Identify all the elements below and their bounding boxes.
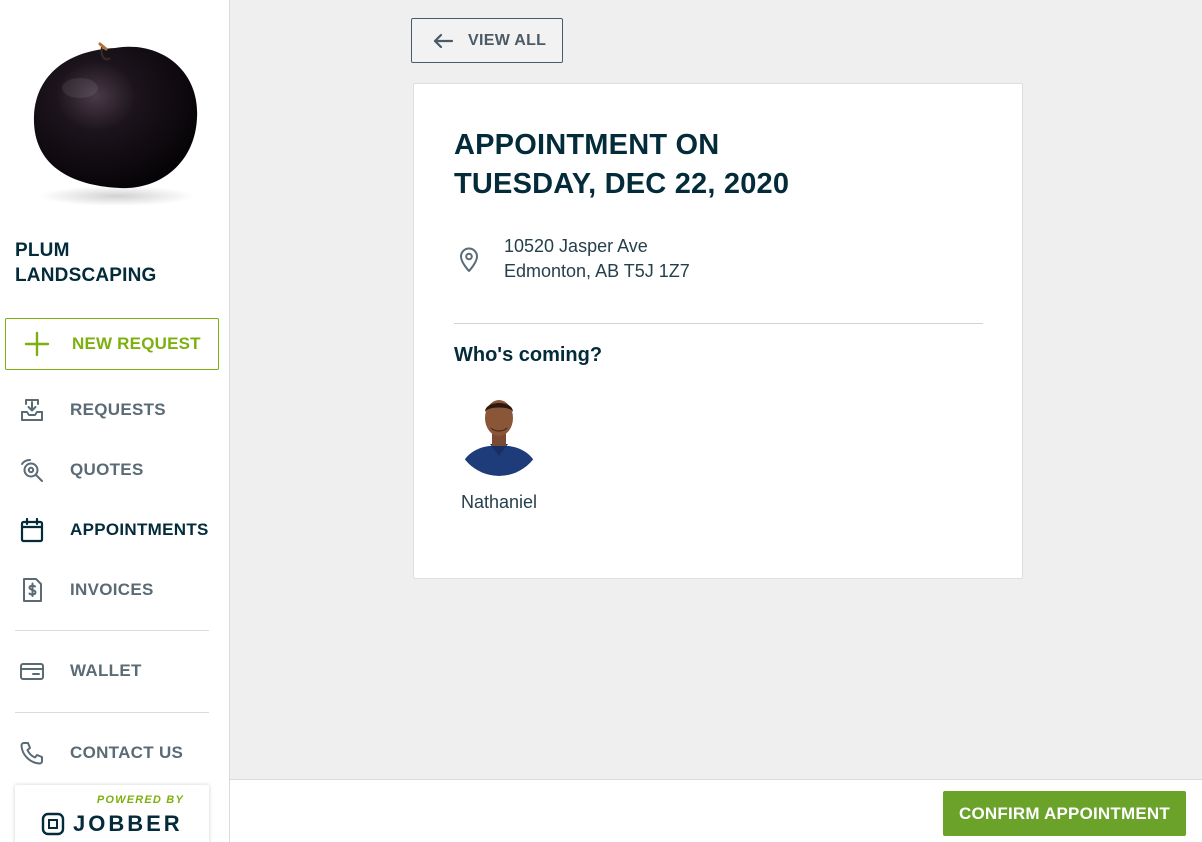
quote-magnifier-icon [17, 455, 47, 485]
sidebar-item-label: REQUESTS [70, 400, 166, 419]
action-bar: CONFIRM APPOINTMENT [230, 779, 1202, 842]
sidebar-item-label: INVOICES [70, 580, 154, 599]
avatar [455, 386, 543, 476]
sidebar-item-label: QUOTES [70, 460, 144, 479]
sidebar-item-label: APPOINTMENTS [70, 520, 209, 539]
sidebar-item-wallet[interactable]: WALLET [15, 649, 215, 693]
powered-by-label: POWERED BY [96, 794, 184, 806]
phone-icon [17, 738, 47, 768]
appointment-address: 10520 Jasper Ave Edmonton, AB T5J 1Z7 [454, 234, 690, 284]
sidebar: PLUM LANDSCAPING NEW REQUEST REQUESTS QU… [0, 0, 230, 842]
address-line2: Edmonton, AB T5J 1Z7 [504, 261, 690, 281]
person-name: Nathaniel [460, 492, 538, 512]
appointment-title-line2: TUESDAY, DEC 22, 2020 [454, 168, 790, 200]
map-pin-icon [460, 247, 478, 272]
sidebar-item-label: CONTACT US [70, 743, 184, 762]
sidebar-item-quotes[interactable]: QUOTES [15, 448, 215, 492]
sidebar-divider [15, 712, 209, 713]
new-request-label: NEW REQUEST [72, 334, 201, 353]
plus-icon [24, 331, 50, 357]
arrow-left-icon [433, 33, 454, 48]
view-all-button[interactable]: VIEW ALL [411, 18, 563, 63]
powered-by-jobber[interactable]: POWERED BY JOBBER [15, 785, 209, 842]
appointment-card: APPOINTMENT ON TUESDAY, DEC 22, 2020 105… [413, 83, 1023, 579]
appointment-title-line1: APPOINTMENT ON [454, 129, 720, 161]
jobber-brand-text: JOBBER [73, 811, 183, 836]
assigned-person: Nathaniel [454, 386, 544, 513]
sidebar-item-contact-us[interactable]: CONTACT US [15, 731, 215, 775]
sidebar-item-label: WALLET [70, 661, 142, 680]
jobber-logo: JOBBER [41, 811, 183, 837]
sidebar-item-invoices[interactable]: INVOICES [15, 568, 215, 612]
sidebar-item-requests[interactable]: REQUESTS [15, 388, 215, 432]
company-name: PLUM LANDSCAPING [15, 240, 157, 286]
invoice-dollar-icon [17, 575, 47, 605]
sidebar-divider [15, 630, 209, 631]
card-divider [454, 323, 983, 324]
calendar-icon [17, 515, 47, 545]
new-request-button[interactable]: NEW REQUEST [5, 318, 219, 370]
appointment-title: APPOINTMENT ON TUESDAY, DEC 22, 2020 [454, 126, 974, 204]
view-all-label: VIEW ALL [468, 31, 547, 49]
sidebar-item-appointments[interactable]: APPOINTMENTS [15, 508, 215, 552]
whos-coming-heading: Who's coming? [454, 344, 603, 366]
jobber-mark-icon [41, 812, 65, 836]
credit-card-icon [17, 656, 47, 686]
address-line1: 10520 Jasper Ave [504, 236, 648, 256]
confirm-appointment-button[interactable]: CONFIRM APPOINTMENT [943, 791, 1186, 836]
company-logo [20, 18, 210, 218]
inbox-download-icon [17, 395, 47, 425]
